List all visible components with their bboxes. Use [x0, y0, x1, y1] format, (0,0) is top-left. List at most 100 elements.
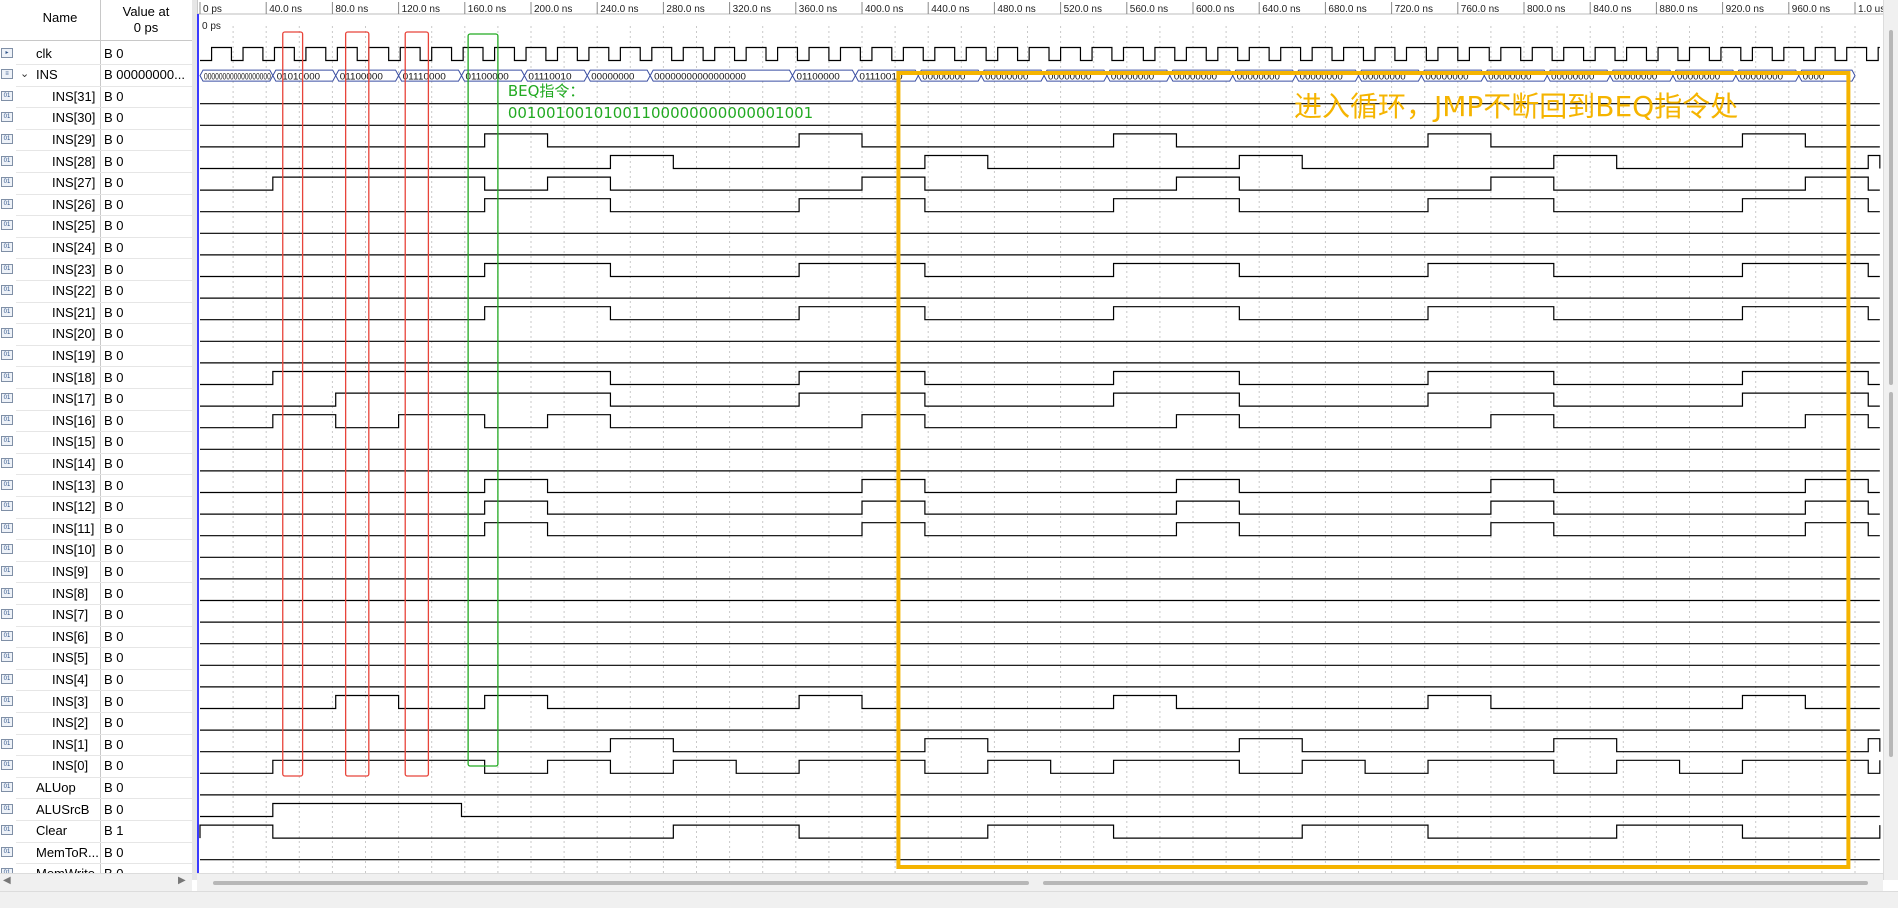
output-pin-icon: 01 [1, 112, 13, 123]
scroll-right-arrow-icon[interactable]: ▶ [178, 875, 186, 886]
horizontal-scroll-thumb-right[interactable] [1043, 881, 1868, 885]
signal-row[interactable]: 01 INS[11] B 0 [0, 519, 192, 541]
signal-row[interactable]: 01 INS[22] B 0 [0, 281, 192, 303]
status-bar [0, 891, 1898, 908]
output-pin-icon: 01 [1, 825, 13, 836]
signal-row[interactable]: 01 MemToR... B 0 [0, 843, 192, 865]
signal-waveform [200, 522, 1880, 537]
output-pin-icon: 01 [1, 738, 13, 749]
red-highlight-box [404, 31, 430, 777]
bus-value-label: 00000000000000000 [654, 72, 746, 82]
names-horizontal-scrollbar[interactable]: ◀ ▶ [0, 873, 192, 891]
signal-value: B 0 [104, 758, 124, 774]
signal-row[interactable]: 01 INS[8] B 0 [0, 584, 192, 606]
signal-name: INS[15] [52, 434, 96, 450]
output-pin-icon: 01 [1, 544, 13, 555]
signal-row[interactable]: 01 INS[14] B 0 [0, 454, 192, 476]
signal-value: B 0 [104, 153, 124, 169]
output-pin-icon: 01 [1, 457, 13, 468]
signal-row[interactable]: 01 INS[9] B 0 [0, 562, 192, 584]
signal-name: INS[11] [52, 520, 95, 536]
expand-chevron-icon[interactable]: ⌄ [20, 67, 29, 80]
value-header-line1: Value at [122, 4, 170, 19]
signal-row[interactable]: 01 INS[31] B 0 [0, 87, 192, 109]
waveform-view[interactable]: 0 ps 40.0 ns 80.0 ns 120.0 ns 160.0 ns 200.0 … [197, 0, 1883, 880]
signal-row[interactable]: 01 INS[20] B 0 [0, 324, 192, 346]
signal-waveform [200, 500, 1880, 515]
signal-row[interactable]: 01 INS[2] B 0 [0, 713, 192, 735]
signal-name: INS[23] [52, 261, 96, 277]
output-pin-icon: 01 [1, 673, 13, 684]
signal-row[interactable]: 01 Clear B 1 [0, 821, 192, 843]
signal-value: B 0 [104, 671, 124, 687]
vertical-scrollbar[interactable] [1883, 0, 1898, 880]
signal-row[interactable]: 01 ALUSrcB B 0 [0, 800, 192, 822]
signal-row[interactable]: 01 INS[5] B 0 [0, 648, 192, 670]
scroll-left-arrow-icon[interactable]: ◀ [3, 875, 11, 886]
signal-name: INS[24] [52, 239, 96, 255]
signal-name: INS[5] [52, 650, 89, 666]
signal-name: Clear [36, 823, 68, 839]
signal-row[interactable]: 01 INS[16] B 0 [0, 411, 192, 433]
output-pin-icon: 01 [1, 609, 13, 620]
signal-row[interactable]: 01 INS[21] B 0 [0, 303, 192, 325]
signal-row[interactable]: 01 INS[13] B 0 [0, 476, 192, 498]
output-pin-icon: 01 [1, 155, 13, 166]
signal-row[interactable]: 01 INS[27] B 0 [0, 173, 192, 195]
signal-row[interactable]: 01 INS[4] B 0 [0, 670, 192, 692]
bus-value-label: 00000000 [591, 72, 634, 82]
signal-row[interactable]: 01 INS[26] B 0 [0, 195, 192, 217]
signal-row[interactable]: 01 INS[12] B 0 [0, 497, 192, 519]
signal-row[interactable]: ≡ ⌄ INS B 00000000... [0, 65, 192, 87]
signal-name: INS[25] [52, 218, 96, 234]
signal-name: INS[13] [52, 477, 96, 493]
signal-row[interactable]: 01 INS[30] B 0 [0, 108, 192, 130]
output-pin-icon: 01 [1, 803, 13, 814]
signal-value: B 0 [104, 477, 124, 493]
signal-row[interactable]: 01 INS[3] B 0 [0, 692, 192, 714]
output-pin-icon: 01 [1, 436, 13, 447]
name-column-header[interactable]: Name [20, 10, 100, 25]
signal-row[interactable]: 01 INS[18] B 0 [0, 368, 192, 390]
signal-name: INS[27] [52, 175, 96, 191]
output-pin-icon: 01 [1, 652, 13, 663]
signal-row[interactable]: 01 INS[24] B 0 [0, 238, 192, 260]
signal-row[interactable]: 01 INS[29] B 0 [0, 130, 192, 152]
vertical-scroll-thumb[interactable] [1889, 30, 1893, 385]
signal-name: INS[21] [52, 304, 96, 320]
signal-row[interactable]: 01 INS[23] B 0 [0, 260, 192, 282]
cursor-time-label: 0 ps [202, 21, 221, 32]
signal-row[interactable]: 01 INS[7] B 0 [0, 605, 192, 627]
signal-value: B 0 [104, 844, 124, 860]
signal-row[interactable]: ▸ clk B 0 [0, 44, 192, 66]
time-tick-label: 200.0 ns [534, 4, 572, 15]
signal-name: INS[3] [52, 693, 89, 709]
signal-row[interactable]: 01 INS[0] B 0 [0, 756, 192, 778]
signal-row[interactable]: 01 INS[6] B 0 [0, 627, 192, 649]
signal-value: B 0 [104, 650, 124, 666]
signal-value: B 0 [104, 261, 124, 277]
signal-row[interactable]: 01 INS[28] B 0 [0, 152, 192, 174]
signal-waveform [200, 370, 1880, 386]
waveform-canvas[interactable]: 0 ps 40.0 ns 80.0 ns 120.0 ns 160.0 ns 200.0 … [197, 0, 1883, 880]
waveform-horizontal-scrollbar[interactable] [197, 873, 1883, 891]
signal-value: B 0 [104, 391, 124, 407]
value-column-header[interactable]: Value at 0 ps [100, 4, 192, 36]
header-divider [0, 40, 192, 41]
signal-row[interactable]: 01 ALUop B 0 [0, 778, 192, 800]
signal-value: B 0 [104, 520, 124, 536]
output-pin-icon: 01 [1, 565, 13, 576]
signal-row[interactable]: 01 INS[10] B 0 [0, 540, 192, 562]
signal-name: INS[17] [52, 391, 96, 407]
time-tick-label: 80.0 ns [335, 4, 368, 15]
signal-waveform [200, 759, 1881, 774]
horizontal-scroll-thumb[interactable] [213, 881, 1029, 885]
signal-row[interactable]: 01 INS[1] B 0 [0, 735, 192, 757]
signal-row[interactable]: 01 INS[19] B 0 [0, 346, 192, 368]
signal-value: B 0 [104, 304, 124, 320]
signal-row[interactable]: 01 INS[15] B 0 [0, 432, 192, 454]
vertical-scroll-thumb-lower[interactable] [1889, 392, 1893, 757]
signal-row[interactable]: 01 INS[17] B 0 [0, 389, 192, 411]
signal-waveform [200, 176, 1880, 191]
signal-row[interactable]: 01 INS[25] B 0 [0, 216, 192, 238]
